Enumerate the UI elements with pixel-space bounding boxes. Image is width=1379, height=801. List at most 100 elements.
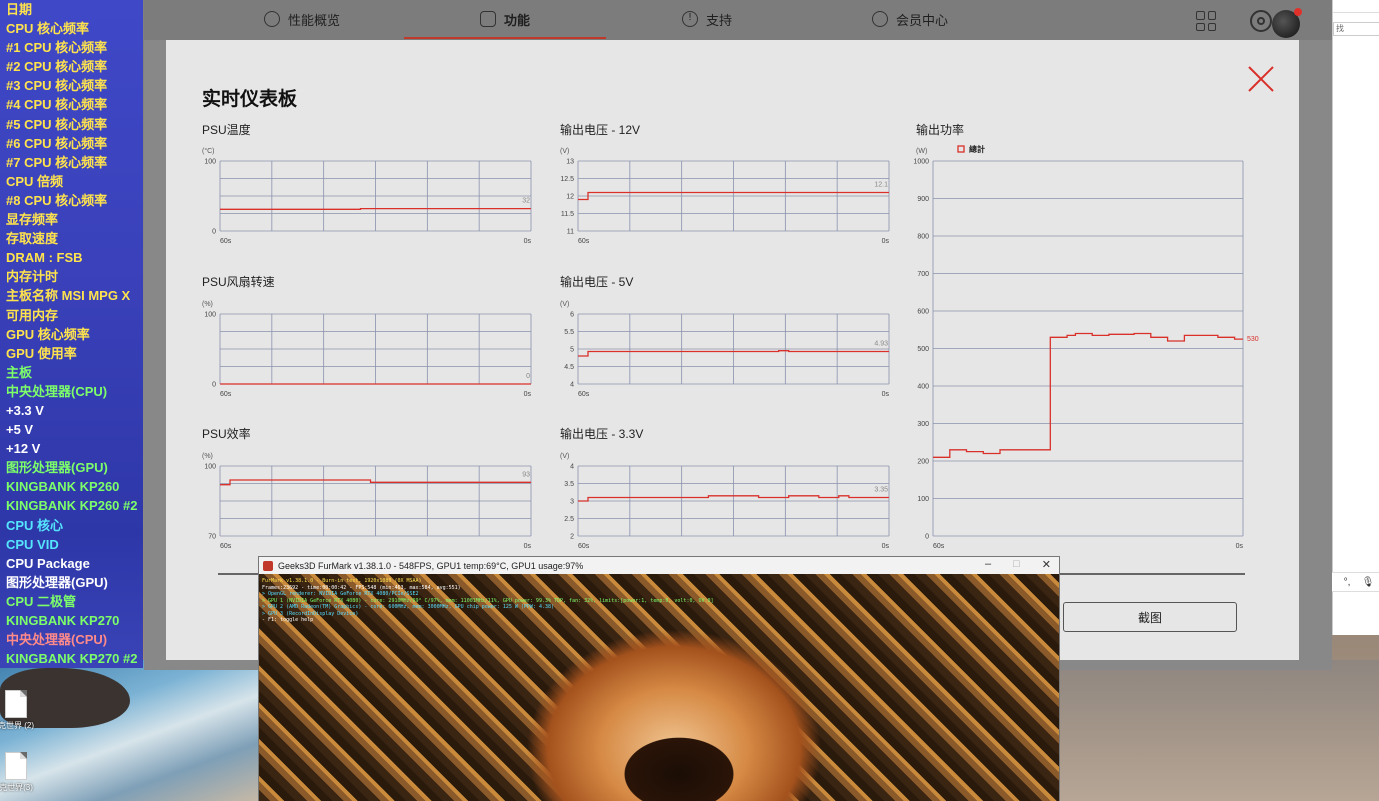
osd-item: #5 CPU 核心频率 [6,116,108,132]
y-tick-label: 3 [570,499,574,506]
tab-functions[interactable]: 功能 [480,0,530,38]
osd-item: #6 CPU 核心频率 [6,135,108,151]
chart-title-out-power: 输出功率 [916,123,965,137]
furmark-title: Geeks3D FurMark v1.38.1.0 - 548FPS, GPU1… [278,560,584,571]
tab-performance-overview[interactable]: 性能概览 [264,0,340,38]
x-tick-label: 0s [882,238,890,245]
osd-item: 存取速度 [6,231,59,247]
osd-item: 图形处理器(GPU) [6,574,108,590]
osd-item: DRAM : FSB [6,250,83,266]
alert-icon: ! [682,11,698,27]
x-tick-label: 0s [882,391,890,398]
y-tick-label: 200 [917,459,929,466]
x-tick-label: 60s [578,391,590,398]
series-line [220,207,531,210]
axis-unit-label: (V) [560,301,569,308]
osd-item: CPU 核心频率 [6,21,90,37]
top-toolbar [1196,10,1272,32]
minimize-icon[interactable]: – [985,558,991,571]
y-tick-label: 6 [570,312,574,319]
osd-item: 中央处理器(CPU) [6,383,108,399]
axis-unit-label: (V) [560,148,569,155]
chart-out-33v: (V)4 3.5 3 2.5 2 60s 0s 3.35 [560,453,889,550]
y-tick-label: 0 [925,534,929,541]
y-tick-label: 12.5 [560,176,574,183]
desktop-file-icon[interactable]: 克世界(3) [0,752,46,793]
series-line [933,332,1243,458]
chart-title-psu-fan: PSU风扇转速 [202,275,275,289]
y-tick-label: 5 [570,347,574,354]
furmark-app-icon [263,560,273,571]
osd-item: KINGBANK KP260 #2 [6,498,138,514]
y-tick-label: 100 [204,159,216,166]
osd-item: CPU 二极管 [6,593,77,609]
app-navbar: 性能概览 功能 ! 支持 会员中心 [144,0,1332,40]
y-tick-label: 0 [212,382,216,389]
axis-unit-label: (°C) [202,147,215,155]
background-search-input[interactable]: 找 [1333,22,1379,36]
osd-item: 日期 [6,2,33,17]
screenshot-button[interactable]: 截图 [1063,602,1237,632]
y-tick-label: 11.5 [561,211,574,218]
chart-out-power: (W)1000900800700600500400300200100060s 0s… [913,144,1258,550]
value-label: 4.93 [874,340,888,347]
x-tick-label: 60s [220,391,232,398]
furmark-window[interactable]: Geeks3D FurMark v1.38.1.0 - 548FPS, GPU1… [258,556,1060,801]
furmark-overlay-line: - F1: toggle help [262,617,314,623]
close-icon[interactable] [1246,64,1276,94]
osd-item: 中央处理器(CPU) [6,632,108,648]
close-icon[interactable]: ✕ [1042,558,1051,571]
y-tick-label: 2 [570,534,574,541]
punctuation-icon[interactable]: °, [1344,577,1351,588]
x-tick-label: 0s [1236,543,1244,550]
gear-icon[interactable] [1250,10,1272,32]
desktop-file-icon[interactable]: 克世界 (2) [0,690,46,731]
x-tick-label: 0s [524,543,532,550]
microphone-icon[interactable]: 🎙 [1362,577,1375,588]
y-tick-label: 400 [917,384,929,391]
chart-psu-eff: (%) 100 70 60s 0s 93 [202,453,532,550]
y-tick-label: 5.5 [564,329,574,336]
maximize-icon[interactable]: □ [1013,558,1020,571]
furmark-titlebar[interactable]: Geeks3D FurMark v1.38.1.0 - 548FPS, GPU1… [259,557,1059,574]
y-tick-label: 13 [566,159,574,166]
axis-unit-label: (W) [916,148,927,155]
axis-unit-label: (%) [202,453,213,460]
osd-item: 图形处理器(GPU) [6,460,108,476]
chart-title-psu-eff: PSU效率 [202,427,251,441]
osd-item: KINGBANK KP270 #2 [6,651,138,667]
value-label: 3.35 [874,487,888,494]
background-window[interactable]: 找 [1332,0,1379,635]
y-tick-label: 11 [567,229,574,236]
osd-item: #2 CPU 核心频率 [6,59,108,75]
grid-icon[interactable] [1196,11,1216,31]
background-window-toolbar [1333,0,1379,13]
osd-item: KINGBANK KP260 [6,479,120,495]
y-tick-label: 600 [917,309,929,316]
y-tick-label: 4 [570,382,574,389]
chart-title-out-33v: 输出电压 - 3.3V [560,427,644,441]
y-tick-label: 100 [204,312,216,319]
osd-item: CPU VID [6,536,59,552]
legend-swatch [957,145,965,153]
osd-item: +5 V [6,422,34,438]
y-tick-label: 0 [212,229,216,236]
chart-title-out-12v: 输出电压 - 12V [560,123,641,137]
avatar[interactable] [1272,8,1302,38]
legend-label: 總計 [969,144,985,154]
y-tick-label: 700 [917,271,929,278]
desktop-icon-label: 克世界(3) [0,783,33,792]
osd-item: 主板名称 MSI MPG X [6,288,131,304]
chart-psu-temp: (°C) 100 0 60s 0s 32 [202,147,531,245]
page-title: 实时仪表板 [202,89,298,110]
tab-member-center[interactable]: 会员中心 [872,0,948,38]
file-icon [5,752,27,780]
osd-item: KINGBANK KP270 [6,613,120,628]
y-tick-label: 300 [917,421,929,428]
y-tick-label: 100 [204,464,216,471]
x-tick-label: 60s [578,238,590,245]
tab-support[interactable]: ! 支持 [682,0,732,38]
osd-item: CPU 倍频 [6,173,64,189]
osd-item: 内存计时 [6,269,59,285]
axis-unit-label: (V) [560,453,569,460]
